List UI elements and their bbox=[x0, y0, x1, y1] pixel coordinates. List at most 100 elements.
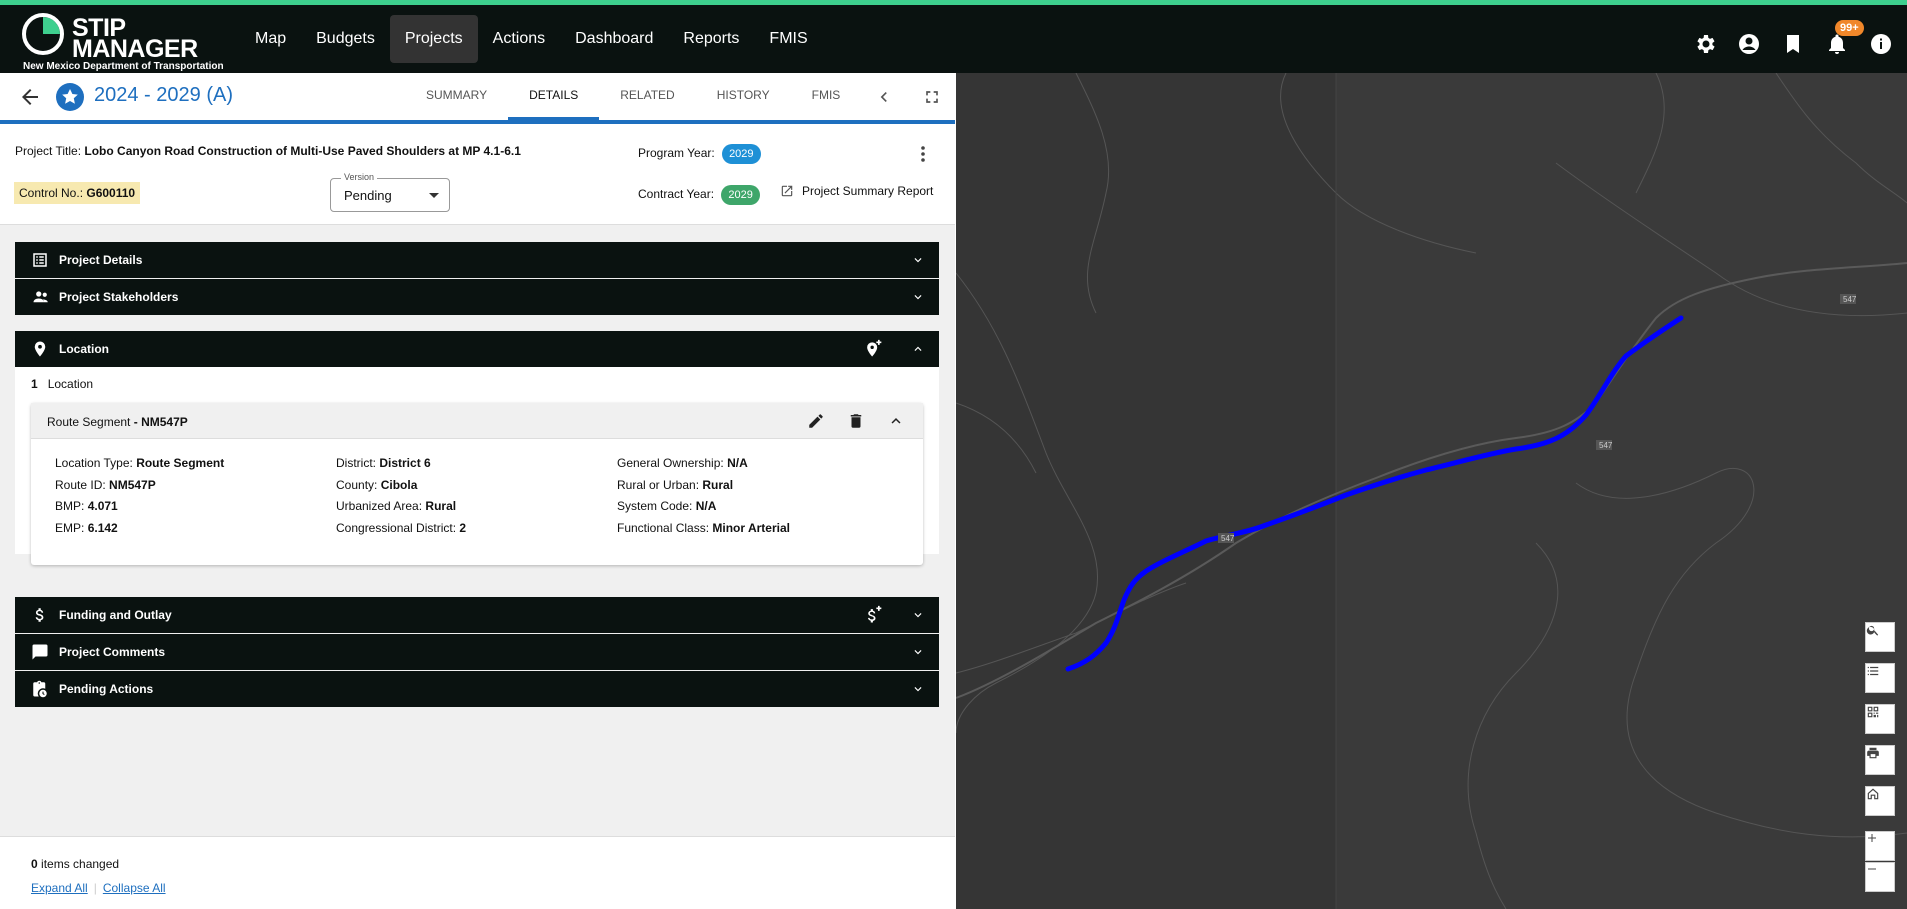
info-icon[interactable] bbox=[1869, 32, 1893, 56]
location-count-label: Location bbox=[47, 377, 94, 391]
app-logo[interactable]: STIP MANAGER New Mexico Department of Tr… bbox=[22, 13, 224, 73]
nav-dashboard[interactable]: Dashboard bbox=[560, 15, 668, 63]
delete-trash-icon[interactable] bbox=[847, 412, 865, 435]
add-location-icon[interactable] bbox=[863, 339, 883, 362]
top-bar: STIP MANAGER New Mexico Department of Tr… bbox=[0, 5, 1907, 73]
items-changed: 0 items changed bbox=[31, 857, 119, 871]
bell-icon[interactable]: 99+ bbox=[1825, 20, 1864, 56]
notification-badge: 99+ bbox=[1835, 20, 1864, 36]
expand-all-link[interactable]: Expand All bbox=[31, 881, 88, 895]
gear-icon[interactable] bbox=[1693, 32, 1717, 56]
map-home-button[interactable] bbox=[1865, 786, 1895, 816]
chevron-down-icon[interactable] bbox=[911, 608, 925, 625]
segment-actions bbox=[807, 412, 905, 435]
location-fields-col2: District: District 6 County: Cibola Urba… bbox=[336, 453, 466, 539]
chevron-up-icon[interactable] bbox=[887, 412, 905, 435]
section-title: Project Details bbox=[59, 253, 143, 267]
logo-line2: MANAGER bbox=[72, 35, 198, 63]
route-segment-header[interactable]: Route Segment - NM547P bbox=[31, 403, 923, 439]
section-project-details[interactable]: Project Details bbox=[15, 242, 939, 278]
favorite-star-icon[interactable] bbox=[56, 83, 84, 111]
zoom-out-button[interactable] bbox=[1865, 862, 1895, 892]
field-rural-or-urban: Rural or Urban: Rural bbox=[617, 477, 734, 492]
section-location[interactable]: Location bbox=[15, 331, 939, 367]
map-canvas: 547 547 547 bbox=[956, 73, 1907, 909]
nav-reports[interactable]: Reports bbox=[668, 15, 754, 63]
tab-related[interactable]: RELATED bbox=[599, 73, 695, 120]
chevron-down-icon[interactable] bbox=[911, 645, 925, 662]
map-legend-button[interactable] bbox=[1865, 663, 1895, 693]
account-icon[interactable] bbox=[1737, 32, 1761, 56]
tab-summary[interactable]: SUMMARY bbox=[405, 73, 508, 120]
top-icons: 99+ bbox=[1693, 10, 1907, 78]
field-general-ownership: General Ownership: N/A bbox=[617, 456, 748, 470]
expand-collapse-links: Expand All | Collapse All bbox=[31, 881, 166, 895]
list-icon bbox=[31, 251, 49, 272]
tab-history[interactable]: HISTORY bbox=[696, 73, 791, 120]
section-comments[interactable]: Project Comments bbox=[15, 634, 939, 670]
collapse-all-link[interactable]: Collapse All bbox=[103, 881, 166, 895]
footer: 0 items changed Expand All | Collapse All bbox=[0, 836, 955, 909]
version-label: Version bbox=[341, 172, 378, 182]
program-year-badge: 2029 bbox=[722, 144, 761, 164]
section-pending-actions[interactable]: Pending Actions bbox=[15, 671, 939, 707]
tab-fmis[interactable]: FMIS bbox=[791, 73, 862, 120]
field-location-type: Location Type: Route Segment bbox=[55, 456, 225, 470]
map-search-button[interactable] bbox=[1865, 622, 1895, 652]
contract-year: Contract Year: 2029 bbox=[638, 185, 760, 205]
chevron-up-icon[interactable] bbox=[911, 342, 925, 359]
contract-year-label: Contract Year: bbox=[638, 187, 715, 202]
section-stakeholders[interactable]: Project Stakeholders bbox=[15, 279, 939, 315]
chevron-left-icon[interactable] bbox=[874, 87, 894, 112]
project-panel: 2024 - 2029 (A) SUMMARY DETAILS RELATED … bbox=[0, 73, 955, 909]
map-print-button[interactable] bbox=[1865, 745, 1895, 775]
edit-pencil-icon[interactable] bbox=[807, 412, 825, 435]
add-funding-icon[interactable] bbox=[863, 605, 883, 628]
route-shield-label: 547 bbox=[1599, 441, 1613, 450]
back-arrow-icon[interactable] bbox=[18, 85, 42, 114]
zoom-in-button[interactable] bbox=[1865, 831, 1895, 861]
version-select[interactable]: Version Pending bbox=[330, 172, 450, 212]
section-title: Funding and Outlay bbox=[59, 608, 172, 622]
chevron-down-icon[interactable] bbox=[911, 290, 925, 307]
version-value: Pending bbox=[344, 188, 392, 203]
field-county: County: Cibola bbox=[336, 477, 418, 492]
nav-actions[interactable]: Actions bbox=[478, 15, 560, 63]
items-changed-label: items changed bbox=[41, 857, 120, 871]
location-fields-col3: General Ownership: N/A Rural or Urban: R… bbox=[617, 453, 790, 539]
field-route-id: Route ID: NM547P bbox=[55, 477, 156, 492]
control-label: Control No.: bbox=[19, 186, 84, 200]
nav-budgets[interactable]: Budgets bbox=[301, 15, 390, 63]
chevron-down-icon[interactable] bbox=[911, 682, 925, 699]
plus-icon bbox=[1868, 834, 1876, 842]
section-funding[interactable]: Funding and Outlay bbox=[15, 597, 939, 633]
logo-subtitle: New Mexico Department of Transportation bbox=[23, 61, 224, 72]
home-icon bbox=[1867, 788, 1879, 800]
field-district: District: District 6 bbox=[336, 456, 431, 470]
project-title-label: Project Title: bbox=[15, 144, 82, 158]
nav-projects[interactable]: Projects bbox=[389, 15, 478, 63]
route-segment-card: Route Segment - NM547P Location Type: Ro… bbox=[31, 403, 923, 565]
fullscreen-icon[interactable] bbox=[922, 87, 942, 112]
nav-map[interactable]: Map bbox=[240, 15, 301, 63]
project-summary-report-link[interactable]: Project Summary Report bbox=[780, 184, 933, 198]
more-options-icon[interactable] bbox=[918, 144, 928, 169]
location-count: 1 Location bbox=[31, 377, 93, 391]
project-summary-report-label: Project Summary Report bbox=[802, 184, 934, 198]
segment-type: Route Segment bbox=[47, 415, 131, 429]
project-title-value: Lobo Canyon Road Construction of Multi-U… bbox=[84, 144, 521, 158]
section-title: Project Comments bbox=[59, 645, 166, 659]
bookmark-icon[interactable] bbox=[1781, 32, 1805, 56]
people-icon bbox=[31, 288, 51, 309]
tab-bar: SUMMARY DETAILS RELATED HISTORY FMIS bbox=[405, 73, 861, 120]
program-year-label: Program Year: bbox=[638, 146, 715, 161]
segment-id: NM547P bbox=[141, 415, 188, 429]
project-header: 2024 - 2029 (A) SUMMARY DETAILS RELATED … bbox=[0, 73, 955, 124]
tab-details[interactable]: DETAILS bbox=[508, 73, 600, 120]
location-fields-col1: Location Type: Route Segment Route ID: N… bbox=[55, 453, 224, 539]
comment-icon bbox=[31, 643, 49, 664]
nav-fmis[interactable]: FMIS bbox=[754, 15, 822, 63]
map-qr-button[interactable] bbox=[1865, 704, 1895, 734]
map-view[interactable]: 547 547 547 bbox=[956, 73, 1907, 909]
chevron-down-icon[interactable] bbox=[911, 253, 925, 270]
